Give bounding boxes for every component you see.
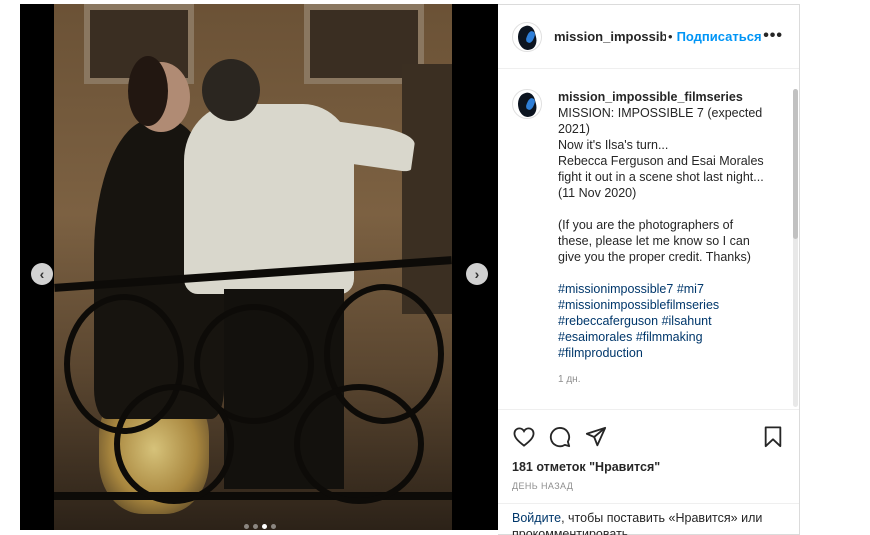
railing-loop — [114, 384, 234, 504]
hashtag-line: #filmproduction — [558, 345, 785, 361]
caption-username[interactable]: mission_impossible_filmseries — [558, 89, 785, 105]
hashtag-link[interactable]: #ilsahunt — [662, 314, 712, 328]
follow-button[interactable]: Подписаться — [677, 29, 762, 44]
caption-line: MISSION: IMPOSSIBLE 7 (expected — [558, 106, 763, 120]
caption-line: (11 Nov 2020) — [558, 186, 637, 200]
bookmark-icon[interactable] — [761, 425, 785, 449]
caption-line: these, please let me know so I can — [558, 234, 750, 248]
likes-count[interactable]: 181 отметок "Нравится" — [512, 460, 785, 474]
hashtag-link[interactable]: #filmmaking — [636, 330, 703, 344]
hashtag-link[interactable]: #mi7 — [677, 282, 704, 296]
avatar[interactable] — [512, 21, 542, 52]
caption-line: (If you are the photographers of — [558, 218, 734, 232]
login-link[interactable]: Войдите — [512, 511, 561, 525]
carousel-dot — [271, 524, 276, 529]
caption-text: MISSION: IMPOSSIBLE 7 (expected 2021) Now … — [558, 105, 785, 281]
carousel-prev-button[interactable]: ‹ — [31, 263, 53, 285]
caption-avatar[interactable] — [512, 89, 542, 119]
post-side-panel: mission_impossible_filmseries • Подписат… — [498, 4, 800, 535]
hashtag-line: #esaimorales #filmmaking — [558, 329, 785, 345]
caption-line: Rebecca Ferguson and Esai Morales — [558, 154, 764, 168]
carousel-dot — [244, 524, 249, 529]
comments-scrollbar[interactable] — [793, 89, 798, 407]
caption-body: mission_impossible_filmseries MISSION: I… — [558, 89, 785, 388]
header-separator: • — [668, 29, 673, 44]
carousel-next-button[interactable]: › — [466, 263, 488, 285]
post-photo — [54, 4, 452, 530]
header-username[interactable]: mission_impossible_filmseries — [554, 29, 666, 44]
caption-timestamp[interactable]: 1 дн. — [558, 372, 785, 388]
hashtag-line: #missionimpossible7 #mi7 — [558, 281, 785, 297]
post-header: mission_impossible_filmseries • Подписат… — [498, 5, 799, 69]
comment-icon[interactable] — [548, 425, 572, 449]
caption-line: 2021) — [558, 122, 590, 136]
caption-comment: mission_impossible_filmseries MISSION: I… — [512, 89, 785, 388]
comments-section[interactable]: mission_impossible_filmseries MISSION: I… — [498, 69, 799, 409]
caption-hashtags: #missionimpossible7 #mi7 #missionimpossib… — [558, 281, 785, 361]
hashtag-link[interactable]: #esaimorales — [558, 330, 632, 344]
hashtag-line: #missionimpossiblefilmseries — [558, 297, 785, 313]
figure-man-head — [202, 59, 260, 121]
railing-loop — [294, 384, 424, 504]
post-actions: 181 отметок "Нравится" ДЕНЬ НАЗАД — [498, 409, 799, 503]
carousel-dot — [253, 524, 258, 529]
wall-shadow — [402, 64, 452, 314]
figure-woman-hair — [128, 56, 168, 126]
hashtag-link[interactable]: #filmproduction — [558, 346, 643, 360]
paper-plane-icon[interactable] — [584, 425, 608, 449]
post-media: ‹ › — [20, 4, 498, 530]
carousel-dot — [262, 524, 267, 529]
more-options-icon[interactable]: ••• — [763, 27, 783, 45]
hashtag-link[interactable]: #missionimpossiblefilmseries — [558, 298, 719, 312]
heart-icon[interactable] — [512, 425, 536, 449]
post-date[interactable]: ДЕНЬ НАЗАД — [512, 481, 785, 491]
login-prompt: Войдите, чтобы поставить «Нравится» или … — [498, 503, 799, 535]
hashtag-line: #rebeccaferguson #ilsahunt — [558, 313, 785, 329]
hashtag-link[interactable]: #missionimpossible7 — [558, 282, 673, 296]
caption-line: Now it's Ilsa's turn... — [558, 138, 669, 152]
caption-line: give you the proper credit. Thanks) — [558, 250, 751, 264]
caption-line: fight it out in a scene shot last night.… — [558, 170, 764, 184]
scrollbar-thumb[interactable] — [793, 89, 798, 239]
carousel-dots — [244, 524, 276, 529]
action-icons — [512, 424, 785, 450]
hashtag-link[interactable]: #rebeccaferguson — [558, 314, 658, 328]
